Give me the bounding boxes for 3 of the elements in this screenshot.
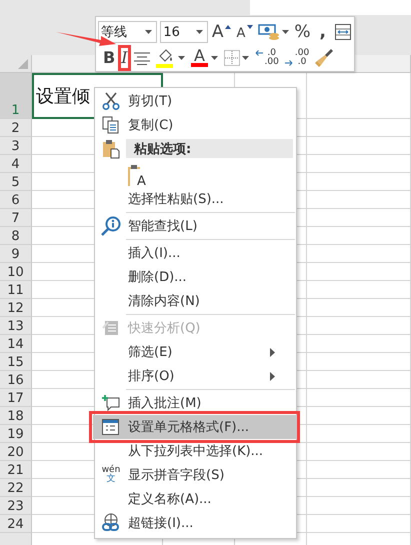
cell-text: 设置倾 (36, 85, 90, 108)
section-header: 粘贴选项: (126, 139, 293, 158)
pinyin-icon: wén 文 (102, 466, 120, 484)
